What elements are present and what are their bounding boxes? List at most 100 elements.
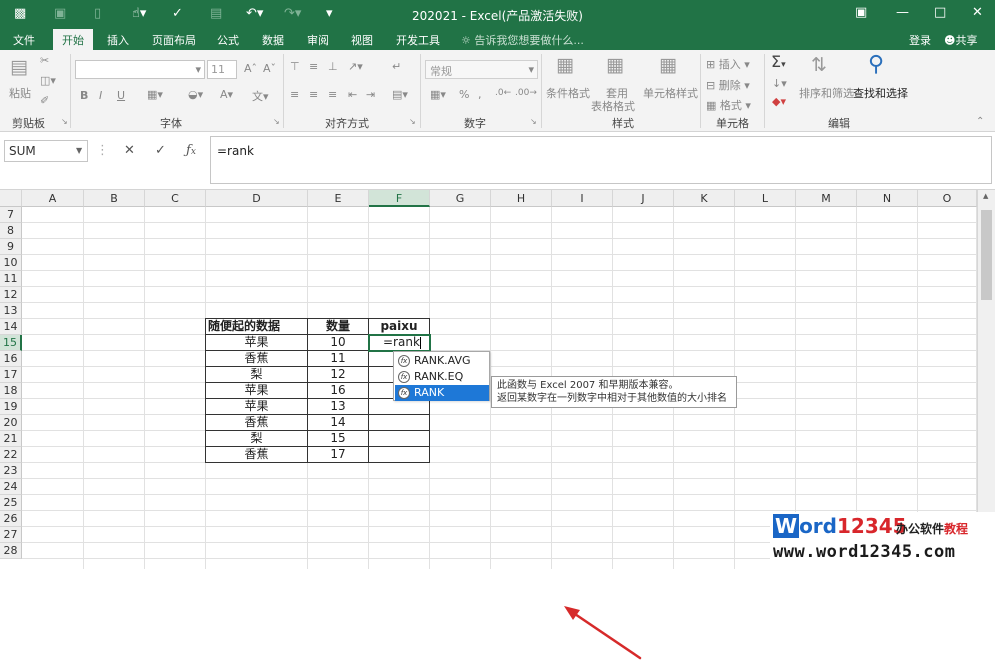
insert-cells-button[interactable]: ⊞ 插入 ▾ <box>706 56 750 72</box>
table-cell[interactable]: 11 <box>307 350 369 367</box>
increase-decimal-icon[interactable]: .0← <box>495 88 511 98</box>
sort-filter-icon[interactable]: ⇅ <box>811 54 827 76</box>
tab-formulas[interactable]: 公式 <box>217 32 239 48</box>
maximize-button[interactable]: □ <box>934 5 946 20</box>
table-cell[interactable]: 10 <box>307 334 369 351</box>
fill-color-icon[interactable]: ◒▾ <box>188 88 203 101</box>
bold-button[interactable]: B <box>80 89 88 102</box>
format-painter-icon[interactable]: ✐ <box>40 94 49 107</box>
table-cell[interactable]: 梨 <box>205 366 308 383</box>
close-button[interactable]: ✕ <box>972 5 983 20</box>
row-header-25[interactable]: 25 <box>0 495 22 511</box>
row-header-13[interactable]: 13 <box>0 303 22 319</box>
increase-indent-icon[interactable]: ⇥ <box>366 88 375 101</box>
column-header-L[interactable]: L <box>735 190 796 207</box>
select-all-corner[interactable] <box>0 190 22 207</box>
tab-view[interactable]: 视图 <box>351 32 373 48</box>
decrease-indent-icon[interactable]: ⇤ <box>348 88 357 101</box>
align-left-icon[interactable]: ≡ <box>290 88 299 101</box>
italic-button[interactable]: I <box>99 89 102 102</box>
cell-styles-button[interactable]: 单元格样式 <box>643 85 698 101</box>
clipboard-launcher-icon[interactable]: ↘ <box>61 117 68 126</box>
align-bottom-icon[interactable]: ⊥ <box>328 60 338 73</box>
decrease-decimal-icon[interactable]: .00→ <box>515 88 537 98</box>
table-cell[interactable]: 苹果 <box>205 382 308 399</box>
row-header-11[interactable]: 11 <box>0 271 22 287</box>
tab-review[interactable]: 审阅 <box>307 32 329 48</box>
row-header-18[interactable]: 18 <box>0 383 22 399</box>
table-cell[interactable] <box>368 430 430 447</box>
row-header-27[interactable]: 27 <box>0 527 22 543</box>
table-header-cell[interactable]: 随便起的数据 <box>205 318 308 335</box>
tab-developer[interactable]: 开发工具 <box>396 32 440 48</box>
row-header-28[interactable]: 28 <box>0 543 22 559</box>
table-cell[interactable]: 香蕉 <box>205 446 308 463</box>
table-cell[interactable]: 17 <box>307 446 369 463</box>
font-name-select[interactable]: ▾ <box>75 60 205 79</box>
sort-filter-button[interactable]: 排序和筛选 <box>799 85 854 101</box>
find-select-button[interactable]: 查找和选择 <box>853 85 908 101</box>
minimize-button[interactable]: — <box>896 5 909 20</box>
align-top-icon[interactable]: ⊤ <box>290 60 300 73</box>
table-cell[interactable]: 香蕉 <box>205 414 308 431</box>
delete-cells-button[interactable]: ⊟ 删除 ▾ <box>706 77 750 93</box>
underline-button[interactable]: U <box>117 89 125 102</box>
formula-input[interactable]: =rank <box>210 136 992 184</box>
row-header-14[interactable]: 14 <box>0 319 22 335</box>
table-cell[interactable]: 14 <box>307 414 369 431</box>
table-cell[interactable]: 16 <box>307 382 369 399</box>
clear-icon[interactable]: ◆▾ <box>772 95 786 108</box>
column-header-N[interactable]: N <box>857 190 918 207</box>
percent-icon[interactable]: % <box>459 88 469 101</box>
active-cell-F15[interactable]: =rank <box>368 334 431 352</box>
tab-page-layout[interactable]: 页面布局 <box>152 32 196 48</box>
cancel-icon[interactable]: ✕ <box>124 143 135 158</box>
column-header-J[interactable]: J <box>613 190 674 207</box>
row-header-23[interactable]: 23 <box>0 463 22 479</box>
row-header-24[interactable]: 24 <box>0 479 22 495</box>
autocomplete-list[interactable]: fx RANK.AVG fx RANK.EQ fx RANK <box>393 351 490 401</box>
table-header-cell[interactable]: paixu <box>368 318 430 335</box>
row-header-9[interactable]: 9 <box>0 239 22 255</box>
column-header-M[interactable]: M <box>796 190 857 207</box>
conditional-format-button[interactable]: 条件格式 <box>546 85 590 101</box>
align-center-icon[interactable]: ≡ <box>309 88 318 101</box>
font-color-icon[interactable]: A▾ <box>220 88 233 101</box>
currency-icon[interactable]: ▦▾ <box>430 88 446 101</box>
column-header-O[interactable]: O <box>918 190 977 207</box>
format-cells-button[interactable]: ▦ 格式 ▾ <box>706 97 751 113</box>
table-cell[interactable]: 香蕉 <box>205 350 308 367</box>
row-header-10[interactable]: 10 <box>0 255 22 271</box>
font-launcher-icon[interactable]: ↘ <box>273 117 280 126</box>
column-header-K[interactable]: K <box>674 190 735 207</box>
tab-file[interactable]: 文件 <box>13 32 35 48</box>
format-as-table-icon[interactable]: ▦ <box>606 54 624 76</box>
row-header-15[interactable]: 15 <box>0 335 22 351</box>
table-cell[interactable] <box>368 414 430 431</box>
login-link[interactable]: 登录 <box>909 32 931 48</box>
align-middle-icon[interactable]: ≡ <box>309 60 318 73</box>
row-header-19[interactable]: 19 <box>0 399 22 415</box>
table-cell[interactable]: 12 <box>307 366 369 383</box>
table-cell[interactable]: 15 <box>307 430 369 447</box>
row-header-12[interactable]: 12 <box>0 287 22 303</box>
chevron-down-icon[interactable]: ▼ <box>76 146 82 155</box>
column-header-I[interactable]: I <box>552 190 613 207</box>
conditional-format-icon[interactable]: ▦ <box>556 54 574 76</box>
table-cell[interactable]: 梨 <box>205 430 308 447</box>
orientation-icon[interactable]: ↗▾ <box>348 60 363 73</box>
fill-icon[interactable]: ↓▾ <box>772 77 787 90</box>
row-header-8[interactable]: 8 <box>0 223 22 239</box>
comma-icon[interactable]: , <box>478 88 482 101</box>
alignment-launcher-icon[interactable]: ↘ <box>409 117 416 126</box>
row-header-20[interactable]: 20 <box>0 415 22 431</box>
tell-me-box[interactable]: ☼ 告诉我您想要做什么... <box>461 32 584 48</box>
row-header-22[interactable]: 22 <box>0 447 22 463</box>
insert-function-icon[interactable]: ƒx <box>186 143 196 158</box>
column-header-E[interactable]: E <box>308 190 369 207</box>
table-cell[interactable] <box>368 446 430 463</box>
align-right-icon[interactable]: ≡ <box>328 88 337 101</box>
enter-icon[interactable]: ✓ <box>155 143 166 158</box>
column-header-H[interactable]: H <box>491 190 552 207</box>
copy-icon[interactable]: ◫▾ <box>40 74 56 87</box>
